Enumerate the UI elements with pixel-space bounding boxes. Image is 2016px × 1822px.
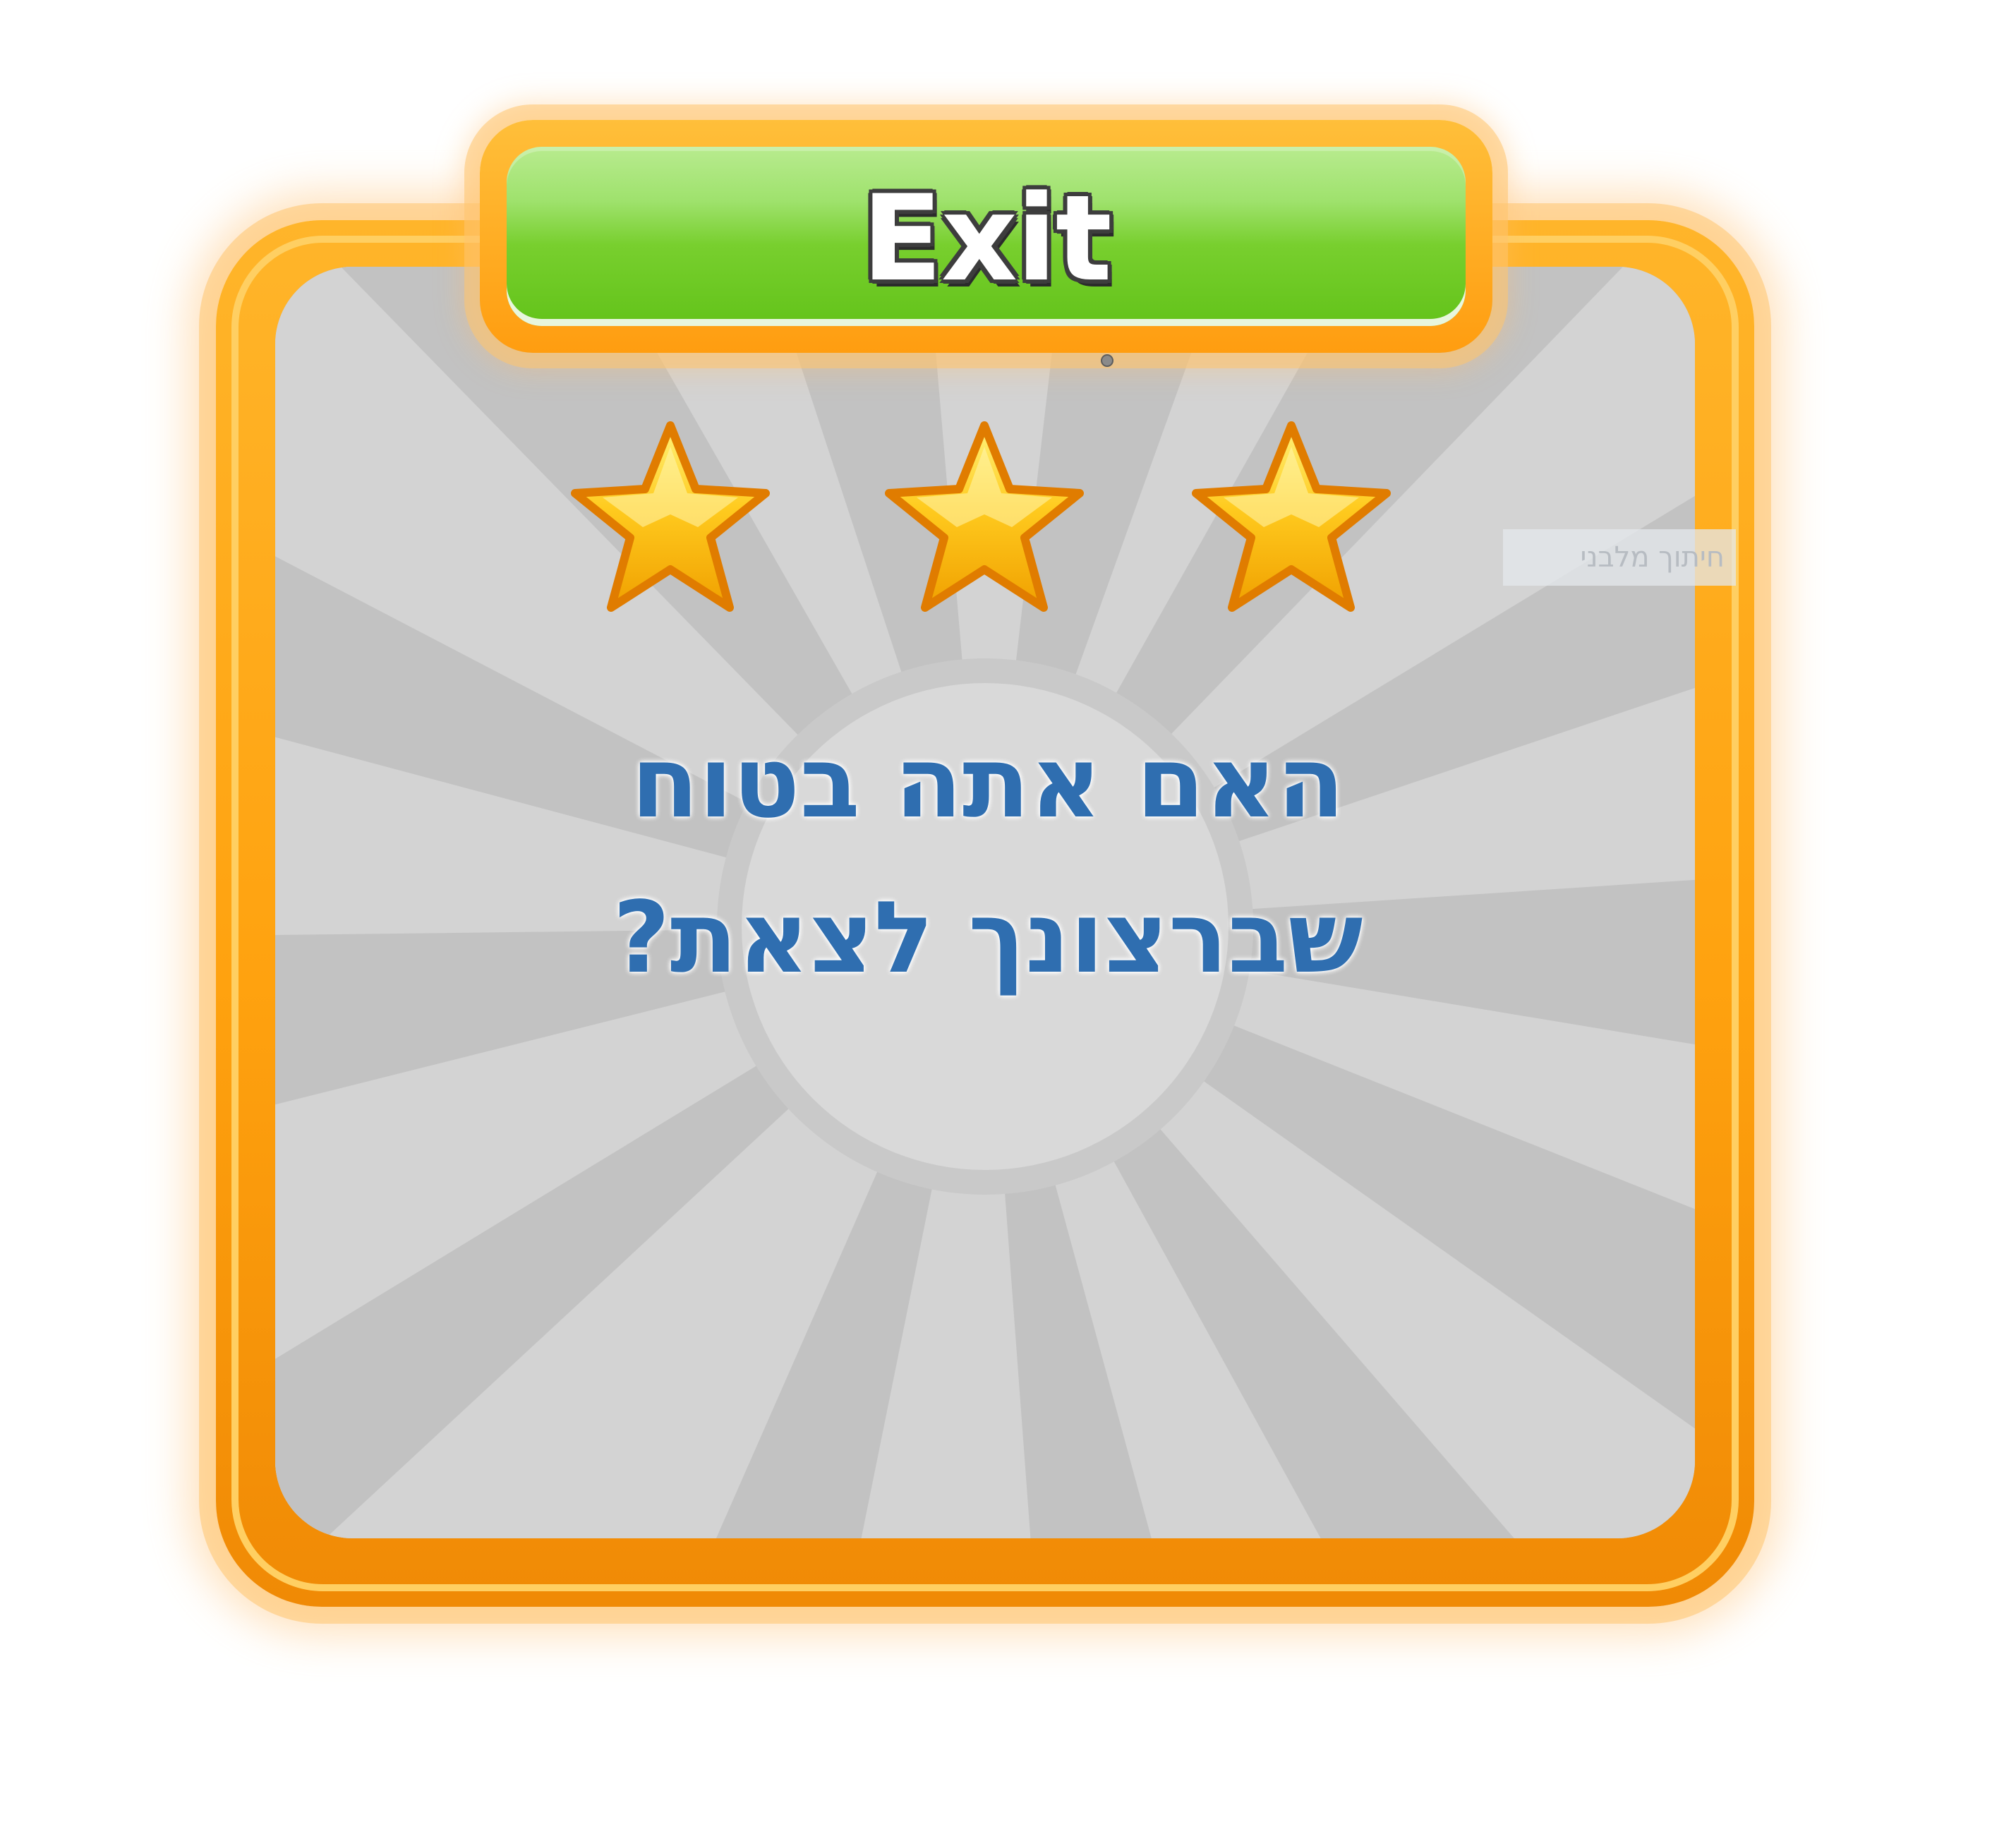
star-rating bbox=[565, 416, 1404, 628]
question-line-1: האם אתה בטוח bbox=[631, 725, 1345, 840]
star-icon bbox=[1185, 416, 1397, 621]
title-tab: Exit bbox=[480, 120, 1492, 353]
star-icon bbox=[565, 416, 776, 621]
exit-button-label: Exit bbox=[861, 169, 1112, 308]
exit-confirmation-question: האם אתה בטוח שברצונך לצאת? bbox=[494, 706, 1482, 1016]
question-line-2: שברצונך לצאת? bbox=[612, 881, 1363, 996]
exit-button[interactable]: Exit bbox=[507, 147, 1466, 326]
dot-marker bbox=[1101, 354, 1113, 367]
star-icon bbox=[879, 416, 1090, 621]
side-note: חיתוך מלבני bbox=[1503, 529, 1736, 586]
